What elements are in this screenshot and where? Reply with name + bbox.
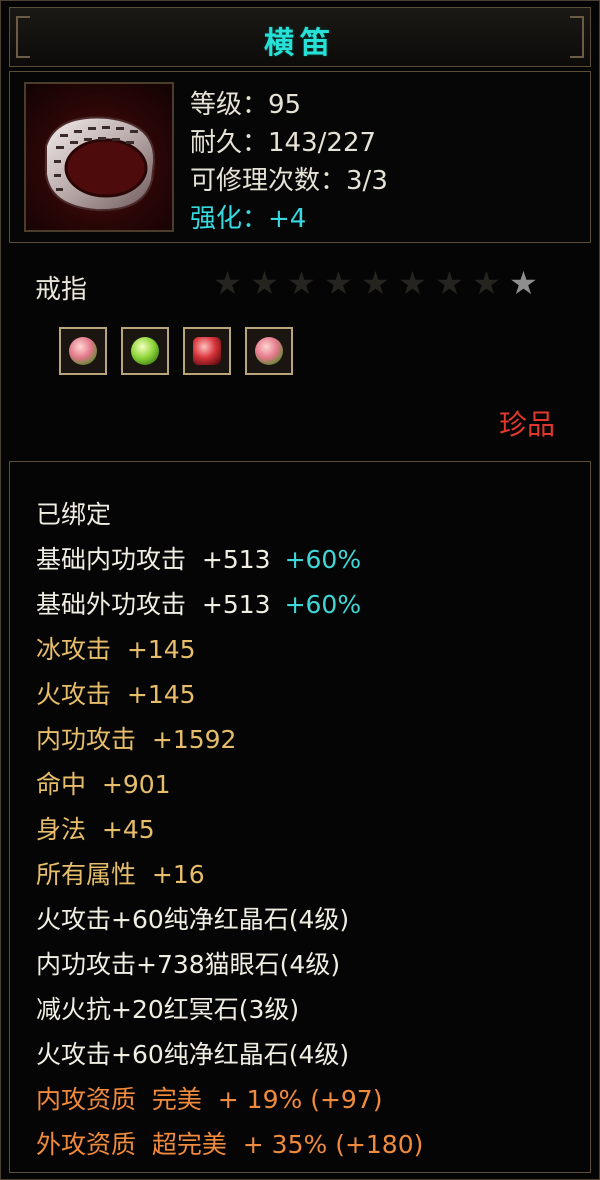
title-bar: 横笛 bbox=[9, 7, 591, 67]
attribute-text: 火攻击 +145 bbox=[36, 680, 196, 709]
pink-gem-icon bbox=[245, 327, 293, 375]
attribute-row: 火攻击 +145 bbox=[36, 672, 423, 717]
star-icon: ★ bbox=[250, 264, 279, 302]
star-icon: ★ bbox=[324, 264, 353, 302]
attribute-text: 身法 +45 bbox=[36, 815, 155, 844]
star-rating: ★ ★ ★ ★ ★ ★ ★ ★ ★ bbox=[209, 265, 542, 302]
star-icon: ★ bbox=[509, 264, 538, 302]
ring-icon bbox=[24, 82, 174, 232]
red-gem-icon bbox=[183, 327, 231, 375]
attribute-row: 内功攻击 +1592 bbox=[36, 717, 423, 762]
item-header: 等级：95 耐久：143/227 可修理次数：3/3 强化：+4 bbox=[9, 71, 591, 243]
attribute-row: 已绑定 bbox=[36, 492, 423, 537]
star-icon: ★ bbox=[435, 264, 464, 302]
attribute-list: 已绑定基础内功攻击 +513 +60% 基础外功攻击 +513 +60% 冰攻击 +14… bbox=[36, 492, 423, 1167]
attribute-row: 身法 +45 bbox=[36, 807, 423, 852]
attribute-row: 火攻击+60纯净红晶石(4级) bbox=[36, 1032, 423, 1077]
attribute-text: 所有属性 +16 bbox=[36, 860, 205, 889]
gem-sockets bbox=[59, 327, 307, 375]
attribute-text: 减火抗+20红冥石(3级) bbox=[36, 995, 300, 1024]
attribute-row: 外攻资质 超完美 + 35% (+180) bbox=[36, 1122, 423, 1167]
item-summary: 戒指 ★ ★ ★ ★ ★ ★ ★ ★ ★ 珍品 bbox=[9, 247, 591, 457]
attribute-bonus-percent: +60% bbox=[284, 545, 362, 574]
star-icon: ★ bbox=[361, 264, 390, 302]
attribute-panel: 已绑定基础内功攻击 +513 +60% 基础外功攻击 +513 +60% 冰攻击 +14… bbox=[9, 461, 591, 1173]
attribute-row: 命中 +901 bbox=[36, 762, 423, 807]
green-gem-icon bbox=[121, 327, 169, 375]
attribute-row: 内攻资质 完美 + 19% (+97) bbox=[36, 1077, 423, 1122]
attribute-row: 火攻击+60纯净红晶石(4级) bbox=[36, 897, 423, 942]
attribute-text: 命中 +901 bbox=[36, 770, 171, 799]
item-stats: 等级：95 耐久：143/227 可修理次数：3/3 强化：+4 bbox=[190, 86, 388, 238]
attribute-row: 内功攻击+738猫眼石(4级) bbox=[36, 942, 423, 987]
rarity-label: 珍品 bbox=[498, 408, 555, 441]
star-icon: ★ bbox=[472, 264, 501, 302]
attribute-row: 所有属性 +16 bbox=[36, 852, 423, 897]
attribute-row: 基础内功攻击 +513 +60% bbox=[36, 537, 423, 582]
star-icon: ★ bbox=[287, 264, 316, 302]
star-icon: ★ bbox=[398, 264, 427, 302]
attribute-text: 火攻击+60纯净红晶石(4级) bbox=[36, 1040, 350, 1069]
attribute-text: 内功攻击+738猫眼石(4级) bbox=[36, 950, 341, 979]
attribute-text: 基础外功攻击 +513 bbox=[36, 590, 271, 619]
item-name: 横笛 bbox=[264, 26, 336, 61]
attribute-text: 外攻资质 超完美 + 35% (+180) bbox=[36, 1130, 424, 1159]
pink-gem-icon bbox=[59, 327, 107, 375]
durability-stat: 耐久：143/227 bbox=[190, 128, 377, 158]
attribute-text: 冰攻击 +145 bbox=[36, 635, 196, 664]
attribute-text: 内攻资质 完美 + 19% (+97) bbox=[36, 1085, 383, 1114]
item-tooltip: 横笛 等级：95 耐久：143/227 可修理次数：3/3 强化：+4 戒指 ★… bbox=[0, 0, 600, 1180]
level-stat: 等级：95 bbox=[190, 90, 302, 120]
item-type: 戒指 bbox=[35, 275, 88, 305]
attribute-text: 火攻击+60纯净红晶石(4级) bbox=[36, 905, 350, 934]
repair-count-stat: 可修理次数：3/3 bbox=[190, 166, 388, 196]
attribute-text: 内功攻击 +1592 bbox=[36, 725, 237, 754]
attribute-row: 冰攻击 +145 bbox=[36, 627, 423, 672]
attribute-bonus-percent: +60% bbox=[284, 590, 362, 619]
attribute-row: 基础外功攻击 +513 +60% bbox=[36, 582, 423, 627]
enhance-stat: 强化：+4 bbox=[190, 204, 307, 234]
attribute-row: 减火抗+20红冥石(3级) bbox=[36, 987, 423, 1032]
star-icon: ★ bbox=[213, 264, 242, 302]
attribute-text: 已绑定 bbox=[36, 500, 112, 529]
attribute-text: 基础内功攻击 +513 bbox=[36, 545, 271, 574]
